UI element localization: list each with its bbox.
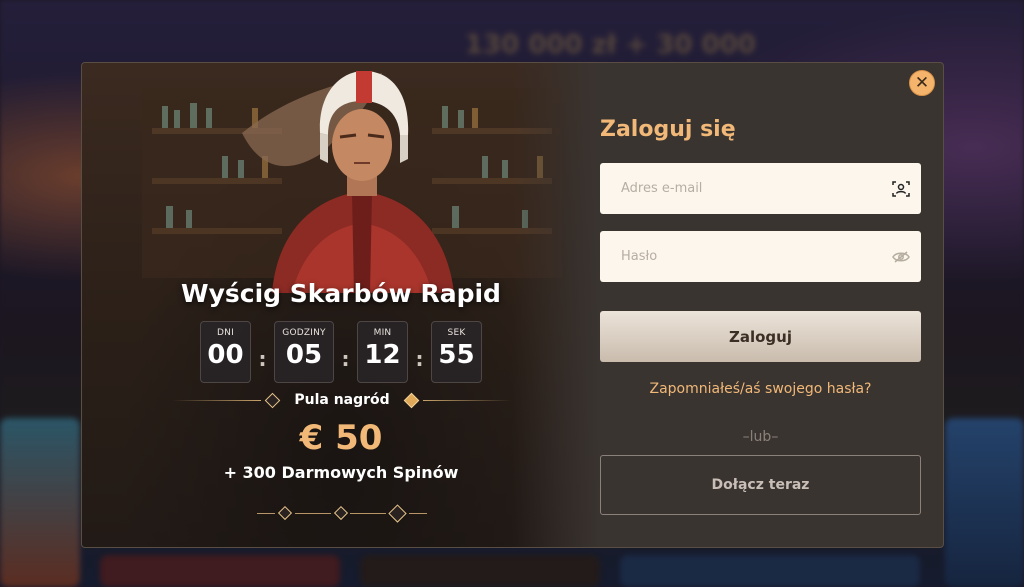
ornament-divider [257,503,427,523]
login-modal: Wyścig Skarbów Rapid DNI 00 : GODZINY 05… [81,62,944,548]
login-title: Zaloguj się [600,117,736,142]
user-scan-icon[interactable] [881,180,921,198]
diamond-icon [265,392,281,408]
login-button[interactable]: Zaloguj [600,311,921,362]
countdown-minutes-label: MIN [373,328,392,338]
divider-line [312,512,331,514]
divider-line [409,512,427,514]
eye-off-icon[interactable] [881,250,921,264]
countdown-seconds-label: SEK [447,328,466,338]
racer-hero-image [242,71,454,293]
join-now-button[interactable]: Dołącz teraz [600,455,921,515]
divider-line [422,399,513,401]
email-input[interactable] [600,163,881,214]
divider-line [257,512,275,514]
diamond-icon [277,505,292,521]
countdown-separator: : [415,347,424,371]
password-field[interactable] [600,231,921,282]
forgot-password-link[interactable]: Zapomniałeś/aś swojego hasła? [600,381,921,397]
promo-title: Wyścig Skarbów Rapid [181,279,501,308]
diamond-icon [403,392,419,408]
diamond-icon [333,505,348,521]
close-icon: ✕ [914,73,930,93]
countdown-minutes-value: 12 [364,340,401,370]
countdown-days-label: DNI [217,328,234,338]
countdown-hours: GODZINY 05 [274,321,334,383]
countdown-days-value: 00 [207,340,244,370]
or-separator: –lub– [742,429,779,445]
countdown-hours-value: 05 [285,340,323,370]
divider-line [368,512,387,514]
countdown-timer: DNI 00 : GODZINY 05 : MIN 12 : SEK 55 [200,320,482,384]
countdown-separator: : [341,347,350,371]
countdown-hours-label: GODZINY [282,328,326,338]
countdown-minutes: MIN 12 [357,321,408,383]
countdown-days: DNI 00 [200,321,251,383]
diamond-icon [388,503,407,523]
prize-amount: € 50 [299,418,383,458]
password-input[interactable] [600,231,881,282]
countdown-separator: : [258,347,267,371]
free-spins-bonus: + 300 Darmowych Spinów [223,463,459,482]
divider-line [172,399,262,401]
divider-line [294,512,313,514]
prize-pool-label: Pula nagród [294,392,390,408]
promo-panel: Wyścig Skarbów Rapid DNI 00 : GODZINY 05… [82,63,600,547]
countdown-seconds-value: 55 [438,340,475,370]
prize-pool-header: Pula nagród [172,390,513,410]
divider-line [350,512,369,514]
close-button[interactable]: ✕ [909,70,935,96]
countdown-seconds: SEK 55 [431,321,482,383]
email-field[interactable] [600,163,921,214]
